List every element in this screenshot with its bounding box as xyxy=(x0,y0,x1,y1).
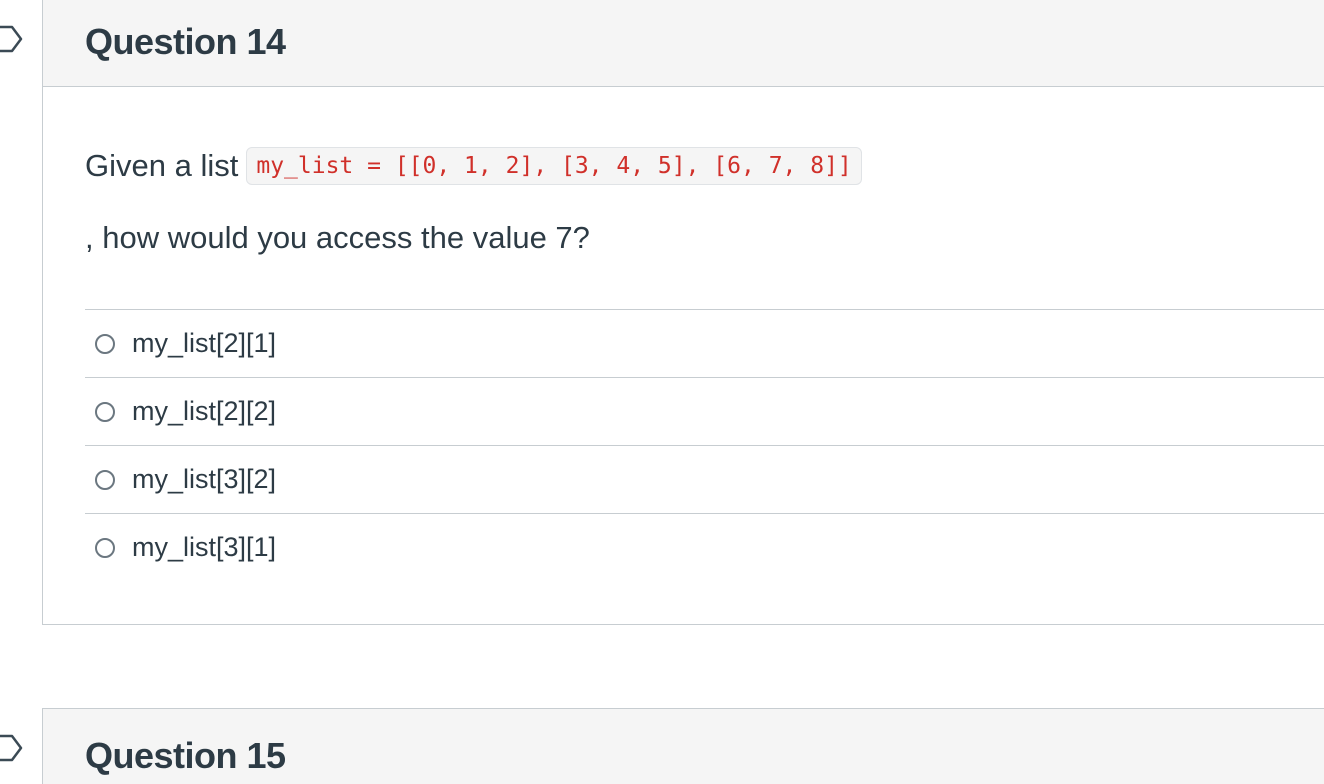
radio-unselected-icon[interactable] xyxy=(95,537,115,558)
question-14: Question 14 Given a list my_list = [[0, … xyxy=(42,0,1324,625)
answer-label: my_list[3][2] xyxy=(132,464,277,494)
prompt-text: Given a list xyxy=(85,148,239,183)
answer-option[interactable]: my_list[2][2] xyxy=(85,377,1324,445)
code-snippet: my_list = [[0, 1, 2], [3, 4, 5], [6, 7, … xyxy=(246,147,862,185)
answer-option[interactable]: my_list[2][1] xyxy=(85,309,1324,377)
question-header: Question 14 xyxy=(43,0,1324,87)
question-15: Question 15 xyxy=(42,708,1324,784)
answer-label: my_list[2][1] xyxy=(132,328,277,358)
question-title: Question 15 xyxy=(85,735,286,776)
answer-option[interactable]: my_list[3][2] xyxy=(85,445,1324,513)
flag-question-14-icon[interactable] xyxy=(0,25,24,53)
prompt-continuation: , how would you access the value 7? xyxy=(85,220,590,255)
answer-label: my_list[3][1] xyxy=(132,532,277,562)
radio-unselected-icon[interactable] xyxy=(95,401,115,422)
flag-question-15-icon[interactable] xyxy=(0,734,24,762)
question-prompt: Given a list my_list = [[0, 1, 2], [3, 4… xyxy=(85,147,862,185)
answer-label: my_list[2][2] xyxy=(132,396,277,426)
question-title: Question 14 xyxy=(85,21,286,62)
radio-unselected-icon[interactable] xyxy=(95,469,115,490)
quiz-page: Question 14 Given a list my_list = [[0, … xyxy=(0,0,1324,784)
radio-unselected-icon[interactable] xyxy=(95,333,115,354)
answer-option[interactable]: my_list[3][1] xyxy=(85,513,1324,581)
question-header: Question 15 xyxy=(43,709,1324,784)
answer-list: my_list[2][1] my_list[2][2] my_list[3][2… xyxy=(85,309,1324,581)
